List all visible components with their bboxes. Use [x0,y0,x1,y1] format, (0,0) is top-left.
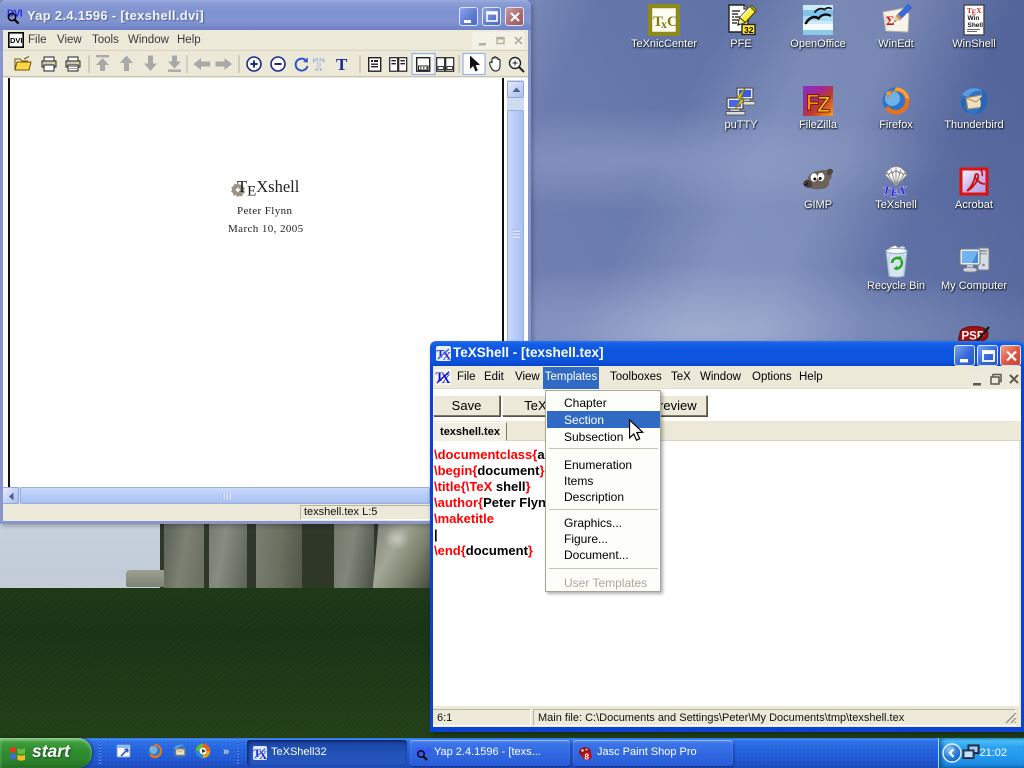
svg-text:Win: Win [968,15,980,22]
svg-text:DVI: DVI [10,36,23,45]
svg-text:T: T [313,55,325,74]
svg-text:32: 32 [744,25,754,35]
svg-text:Σ: Σ [886,13,895,28]
svg-text:Z: Z [817,92,830,117]
svg-text:Shell: Shell [968,22,984,29]
svg-text:T: T [336,55,348,74]
svg-text:8: 8 [585,753,590,762]
svg-text:X: X [259,750,268,761]
svg-text:C: C [667,14,678,30]
svg-text:TEX: TEX [883,183,907,197]
svg-text:»: » [223,746,229,758]
